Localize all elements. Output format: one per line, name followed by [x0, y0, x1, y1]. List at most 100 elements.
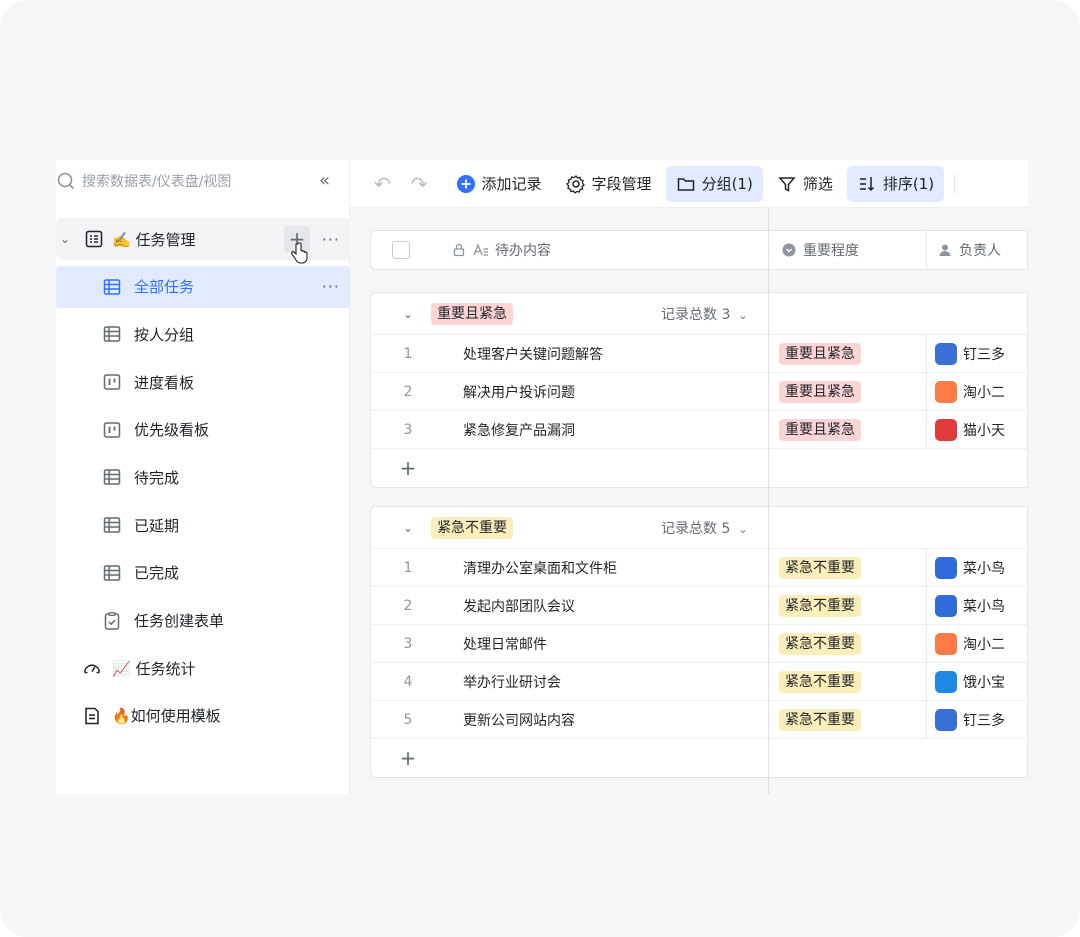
- table-row[interactable]: 3 紧急修复产品漏洞 重要且紧急 猫小天: [371, 411, 1027, 449]
- cell-title[interactable]: 举办行业研讨会: [451, 663, 769, 700]
- toolbar-divider: [954, 174, 956, 193]
- table-row[interactable]: 5 更新公司网站内容 紧急不重要 钉三多: [371, 701, 1027, 739]
- dashboard-icon: [82, 658, 102, 678]
- record-count-label: 记录总数 5: [661, 520, 731, 537]
- cell-priority[interactable]: 紧急不重要: [769, 701, 927, 738]
- sidebar-item-label: 待完成: [134, 468, 180, 487]
- avatar: [935, 418, 957, 441]
- add-record-button[interactable]: 添加记录: [446, 166, 552, 202]
- sidebar-item-all-tasks[interactable]: 全部任务 ···: [56, 265, 350, 308]
- priority-tag: 紧急不重要: [779, 708, 861, 731]
- cell-title[interactable]: 更新公司网站内容: [451, 701, 769, 738]
- cell-owner[interactable]: 淘小二: [927, 380, 1027, 403]
- sidebar-item-how-to-use[interactable]: 🔥如何使用模板: [56, 695, 350, 737]
- add-row-icon[interactable]: +: [371, 456, 451, 480]
- sidebar-item-label: 全部任务: [134, 278, 195, 297]
- grid-table-icon: [102, 515, 122, 535]
- record-count[interactable]: 记录总数 5 ⌄: [661, 518, 748, 538]
- chevron-down-icon[interactable]: ⌄: [403, 307, 413, 321]
- column-header-owner[interactable]: 负责人: [927, 240, 1027, 260]
- cell-owner[interactable]: 菜小鸟: [927, 556, 1027, 579]
- filter-label: 筛选: [802, 175, 833, 193]
- sidebar-item-task-stats[interactable]: 📈 任务统计: [56, 647, 350, 689]
- grid-table-icon: [102, 563, 122, 583]
- table-row[interactable]: 1 清理办公室桌面和文件柜 紧急不重要 菜小鸟: [371, 549, 1027, 587]
- cell-priority[interactable]: 紧急不重要: [769, 663, 927, 700]
- cell-owner[interactable]: 钉三多: [927, 342, 1027, 365]
- redo-icon[interactable]: ↷: [411, 172, 428, 196]
- sidebar-item-task-form[interactable]: 任务创建表单: [56, 600, 350, 642]
- priority-tag: 紧急不重要: [779, 594, 861, 617]
- add-row-icon[interactable]: +: [371, 746, 451, 770]
- undo-icon[interactable]: ↶: [374, 172, 391, 196]
- cell-owner[interactable]: 钉三多: [927, 708, 1027, 731]
- sidebar-item-completed[interactable]: 已完成: [56, 552, 350, 594]
- group-tag: 重要且紧急: [431, 302, 514, 325]
- cell-title[interactable]: 处理日常邮件: [451, 625, 769, 662]
- owner-name: 淘小二: [963, 384, 1005, 401]
- table-row[interactable]: 4 举办行业研讨会 紧急不重要 饿小宝: [371, 663, 1027, 701]
- owner-name: 淘小二: [963, 636, 1005, 653]
- cell-title[interactable]: 解决用户投诉问题: [451, 373, 769, 410]
- collapse-sidebar-icon[interactable]: «: [319, 170, 330, 191]
- sidebar-item-delayed[interactable]: 已延期: [56, 504, 350, 546]
- cell-priority[interactable]: 紧急不重要: [769, 549, 927, 586]
- cell-priority[interactable]: 重要且紧急: [769, 373, 927, 410]
- owner-name: 菜小鸟: [963, 560, 1005, 577]
- cell-title[interactable]: 处理客户关键问题解答: [451, 335, 769, 372]
- record-count-label: 记录总数 3: [661, 306, 731, 323]
- select-all-checkbox[interactable]: [392, 241, 410, 259]
- row-number: 2: [403, 383, 413, 400]
- cell-priority[interactable]: 紧急不重要: [769, 587, 927, 624]
- sort-button[interactable]: 排序(1): [846, 165, 945, 202]
- cell-owner[interactable]: 淘小二: [927, 632, 1027, 655]
- filter-button[interactable]: 筛选: [767, 166, 843, 202]
- cell-owner[interactable]: 猫小天: [927, 418, 1027, 441]
- text-field-icon: [473, 242, 489, 258]
- table-row[interactable]: 2 发起内部团队会议 紧急不重要 菜小鸟: [371, 587, 1027, 625]
- select-all-cell: [371, 241, 451, 259]
- sidebar-item-by-person[interactable]: 按人分组: [56, 313, 350, 355]
- cell-owner[interactable]: 菜小鸟: [927, 594, 1027, 617]
- sidebar: 搜索数据表/仪表盘/视图 « ⌄ ✍️ 任务管理 + ··· 全部任务 ···: [56, 160, 350, 794]
- chevron-down-icon: ⌄: [738, 522, 748, 536]
- cell-title[interactable]: 发起内部团队会议: [451, 587, 769, 624]
- cell-title[interactable]: 紧急修复产品漏洞: [451, 411, 769, 448]
- table-row[interactable]: 1 处理客户关键问题解答 重要且紧急 钉三多: [371, 335, 1027, 373]
- record-count[interactable]: 记录总数 3 ⌄: [661, 304, 748, 324]
- cell-priority[interactable]: 重要且紧急: [769, 335, 927, 372]
- more-icon[interactable]: ···: [322, 230, 340, 249]
- priority-tag: 紧急不重要: [779, 632, 861, 655]
- group-header[interactable]: ⌄ 紧急不重要 记录总数 5 ⌄: [371, 507, 1027, 549]
- sidebar-item-priority-kanban[interactable]: 优先级看板: [56, 409, 350, 451]
- more-icon[interactable]: ···: [322, 277, 340, 296]
- sidebar-search[interactable]: 搜索数据表/仪表盘/视图 «: [56, 168, 350, 194]
- cell-priority[interactable]: 紧急不重要: [769, 625, 927, 662]
- priority-tag: 重要且紧急: [779, 418, 861, 441]
- group-header[interactable]: ⌄ 重要且紧急 记录总数 3 ⌄: [371, 293, 1027, 335]
- group-important-urgent: ⌄ 重要且紧急 记录总数 3 ⌄ 1 处理客户关键问题解答 重要且紧急 钉三多 2…: [370, 292, 1028, 488]
- row-number: 5: [403, 711, 413, 728]
- group-button[interactable]: 分组(1): [665, 165, 763, 202]
- add-row[interactable]: +: [371, 739, 1027, 777]
- lock-icon: [451, 242, 467, 258]
- cell-owner[interactable]: 饿小宝: [927, 670, 1027, 693]
- add-row[interactable]: +: [371, 449, 1027, 487]
- cell-priority[interactable]: 重要且紧急: [769, 411, 927, 448]
- chevron-down-icon[interactable]: ⌄: [403, 521, 413, 535]
- sidebar-item-progress-kanban[interactable]: 进度看板: [56, 361, 350, 403]
- field-manage-button[interactable]: 字段管理: [556, 166, 662, 202]
- cell-title[interactable]: 清理办公室桌面和文件柜: [451, 549, 769, 586]
- column-header-title[interactable]: 待办内容: [451, 231, 769, 269]
- sidebar-item-pending[interactable]: 待完成: [56, 456, 350, 498]
- column-header-label: 负责人: [959, 243, 1001, 259]
- row-number: 4: [403, 673, 413, 690]
- table-row[interactable]: 2 解决用户投诉问题 重要且紧急 淘小二: [371, 373, 1027, 411]
- table-row[interactable]: 3 处理日常邮件 紧急不重要 淘小二: [371, 625, 1027, 663]
- sidebar-item-task-management[interactable]: ⌄ ✍️ 任务管理 + ···: [56, 218, 350, 264]
- kanban-icon: [102, 372, 122, 392]
- column-header-priority[interactable]: 重要程度: [769, 231, 927, 269]
- table-area: 待办内容 重要程度 负责人 ⌄ 重要且紧急 记录总数 3 ⌄ 1 处理客户关键问…: [350, 208, 1028, 794]
- column-divider: [768, 208, 769, 794]
- chevron-down-icon[interactable]: ⌄: [60, 232, 74, 246]
